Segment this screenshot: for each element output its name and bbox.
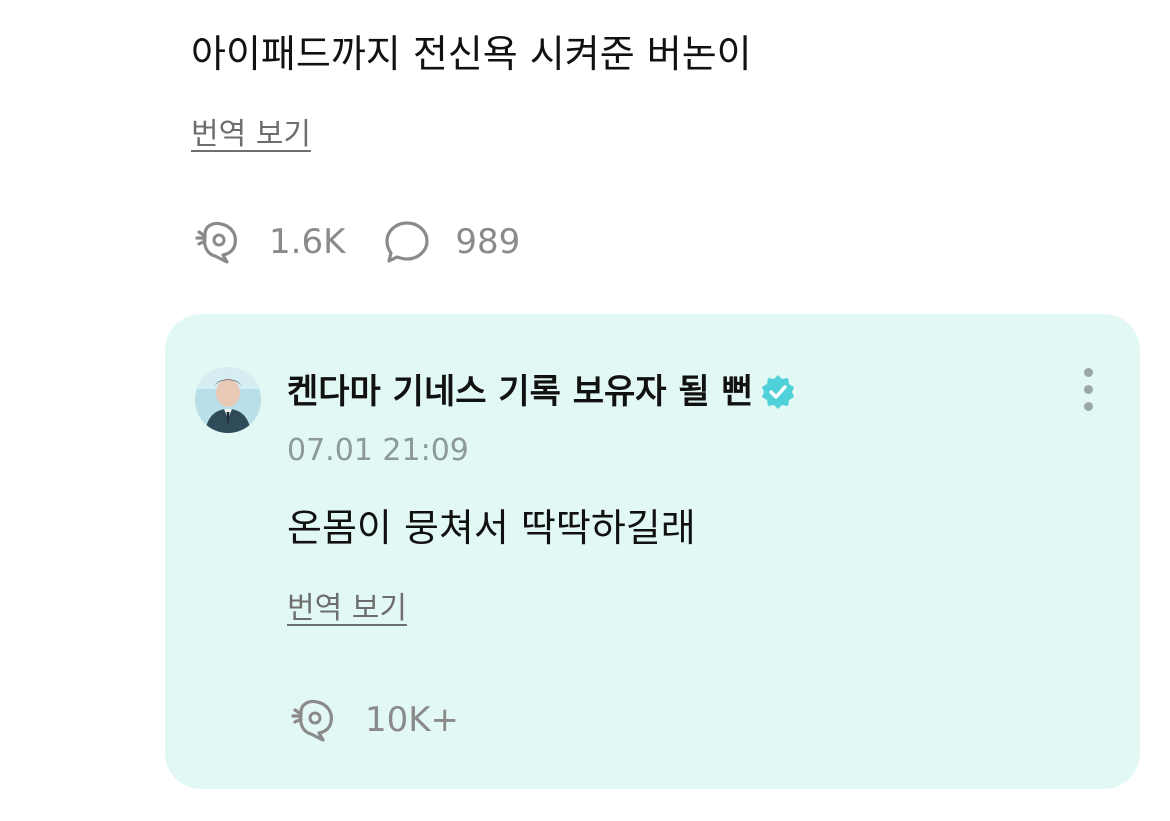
like-bubble-icon [291, 699, 333, 742]
reply-like-button[interactable]: 10K+ [287, 696, 459, 744]
post-comment-count: 989 [455, 222, 521, 262]
reply-stats: 10K+ [287, 696, 459, 744]
reply-text: 온몸이 뭉쳐서 딱딱하길래 [287, 506, 696, 550]
post-stats: 1.6K 989 [191, 218, 520, 266]
reply-username[interactable]: 켄다마 기네스 기록 보유자 될 뻔 [287, 370, 797, 414]
like-bubble-icon [195, 221, 237, 264]
reply-card: 켄다마 기네스 기록 보유자 될 뻔 07.01 21:09 온몸이 뭉쳐서 딱… [165, 314, 1140, 789]
verified-badge-icon [761, 375, 794, 409]
post-comment-button[interactable]: 989 [383, 218, 520, 266]
reply-username-text: 켄다마 기네스 기록 보유자 될 뻔 [287, 372, 753, 412]
reply-like-count: 10K+ [365, 700, 460, 740]
avatar[interactable] [195, 367, 261, 433]
post-like-button[interactable]: 1.6K [191, 218, 345, 266]
post-text: 아이패드까지 전신욕 시켜준 버논이 [191, 32, 752, 76]
comment-bubble-icon [385, 221, 429, 263]
reply-timestamp: 07.01 21:09 [287, 433, 469, 468]
more-vertical-icon[interactable] [1074, 368, 1102, 418]
post-translate-link[interactable]: 번역 보기 [191, 116, 311, 154]
reply-translate-link[interactable]: 번역 보기 [287, 590, 407, 628]
post-like-count: 1.6K [269, 222, 346, 262]
